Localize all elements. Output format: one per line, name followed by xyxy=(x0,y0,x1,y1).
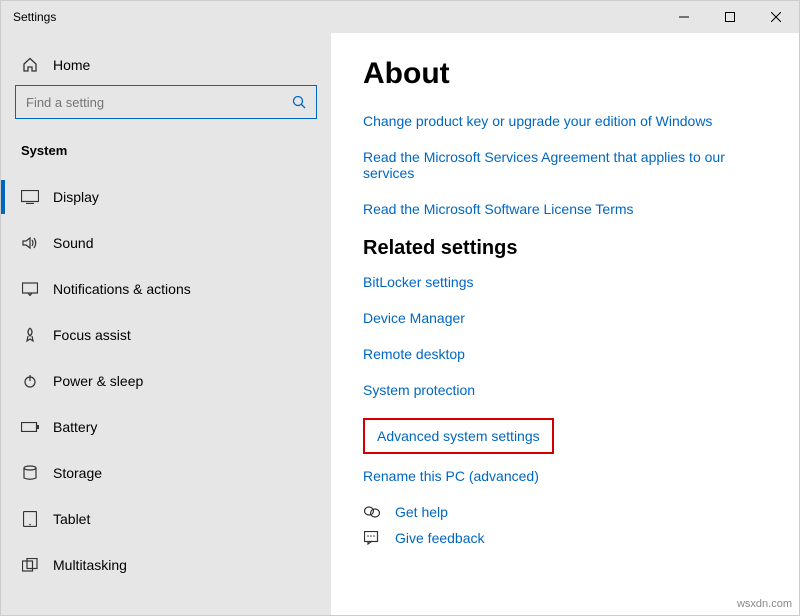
maximize-button[interactable] xyxy=(707,1,753,33)
window-title: Settings xyxy=(1,10,661,24)
battery-icon xyxy=(21,422,39,432)
link-product-key[interactable]: Change product key or upgrade your editi… xyxy=(363,113,771,129)
get-help-row[interactable]: Get help xyxy=(363,504,771,520)
get-help-link: Get help xyxy=(395,504,448,520)
nav-power-sleep[interactable]: Power & sleep xyxy=(1,358,331,404)
nav-storage[interactable]: Storage xyxy=(1,450,331,496)
link-device-manager[interactable]: Device Manager xyxy=(363,310,771,326)
feedback-icon xyxy=(363,531,381,545)
tablet-icon xyxy=(21,511,39,527)
nav-label: Multitasking xyxy=(53,557,127,573)
section-title: System xyxy=(1,137,331,174)
nav-label: Tablet xyxy=(53,511,90,527)
nav-label: Power & sleep xyxy=(53,373,143,389)
minimize-button[interactable] xyxy=(661,1,707,33)
sidebar: Home System Display Sound xyxy=(1,33,331,615)
nav-label: Sound xyxy=(53,235,93,251)
link-rename-pc[interactable]: Rename this PC (advanced) xyxy=(363,468,771,484)
nav-battery[interactable]: Battery xyxy=(1,404,331,450)
link-remote-desktop[interactable]: Remote desktop xyxy=(363,346,771,362)
close-button[interactable] xyxy=(753,1,799,33)
nav-label: Display xyxy=(53,189,99,205)
home-icon xyxy=(21,57,39,73)
nav-label: Notifications & actions xyxy=(53,281,191,297)
nav-notifications[interactable]: Notifications & actions xyxy=(1,266,331,312)
related-settings-heading: Related settings xyxy=(363,237,771,260)
nav-multitasking[interactable]: Multitasking xyxy=(1,542,331,588)
link-bitlocker[interactable]: BitLocker settings xyxy=(363,274,771,290)
help-icon xyxy=(363,505,381,519)
storage-icon xyxy=(21,465,39,481)
multitasking-icon xyxy=(21,558,39,572)
content-pane: About Change product key or upgrade your… xyxy=(331,33,799,615)
give-feedback-link: Give feedback xyxy=(395,530,485,546)
nav-display[interactable]: Display xyxy=(1,174,331,220)
link-license-terms[interactable]: Read the Microsoft Software License Term… xyxy=(363,201,771,217)
display-icon xyxy=(21,190,39,204)
sound-icon xyxy=(21,236,39,250)
link-advanced-system-settings[interactable]: Advanced system settings xyxy=(363,418,554,454)
watermark: wsxdn.com xyxy=(737,598,792,610)
search-icon xyxy=(292,95,306,109)
titlebar: Settings xyxy=(1,1,799,33)
nav-tablet[interactable]: Tablet xyxy=(1,496,331,542)
nav-label: Battery xyxy=(53,419,97,435)
nav-focus-assist[interactable]: Focus assist xyxy=(1,312,331,358)
nav-list: Display Sound Notifications & actions Fo… xyxy=(1,174,331,615)
search-box[interactable] xyxy=(15,85,317,119)
nav-sound[interactable]: Sound xyxy=(1,220,331,266)
focus-assist-icon xyxy=(21,327,39,343)
page-title: About xyxy=(363,57,771,91)
link-services-agreement[interactable]: Read the Microsoft Services Agreement th… xyxy=(363,149,771,181)
power-icon xyxy=(21,374,39,388)
nav-label: Focus assist xyxy=(53,327,131,343)
link-system-protection[interactable]: System protection xyxy=(363,382,771,398)
nav-label: Storage xyxy=(53,465,102,481)
home-label: Home xyxy=(53,57,90,73)
notifications-icon xyxy=(21,282,39,296)
home-nav[interactable]: Home xyxy=(1,49,331,85)
give-feedback-row[interactable]: Give feedback xyxy=(363,530,771,546)
search-input[interactable] xyxy=(26,95,292,110)
